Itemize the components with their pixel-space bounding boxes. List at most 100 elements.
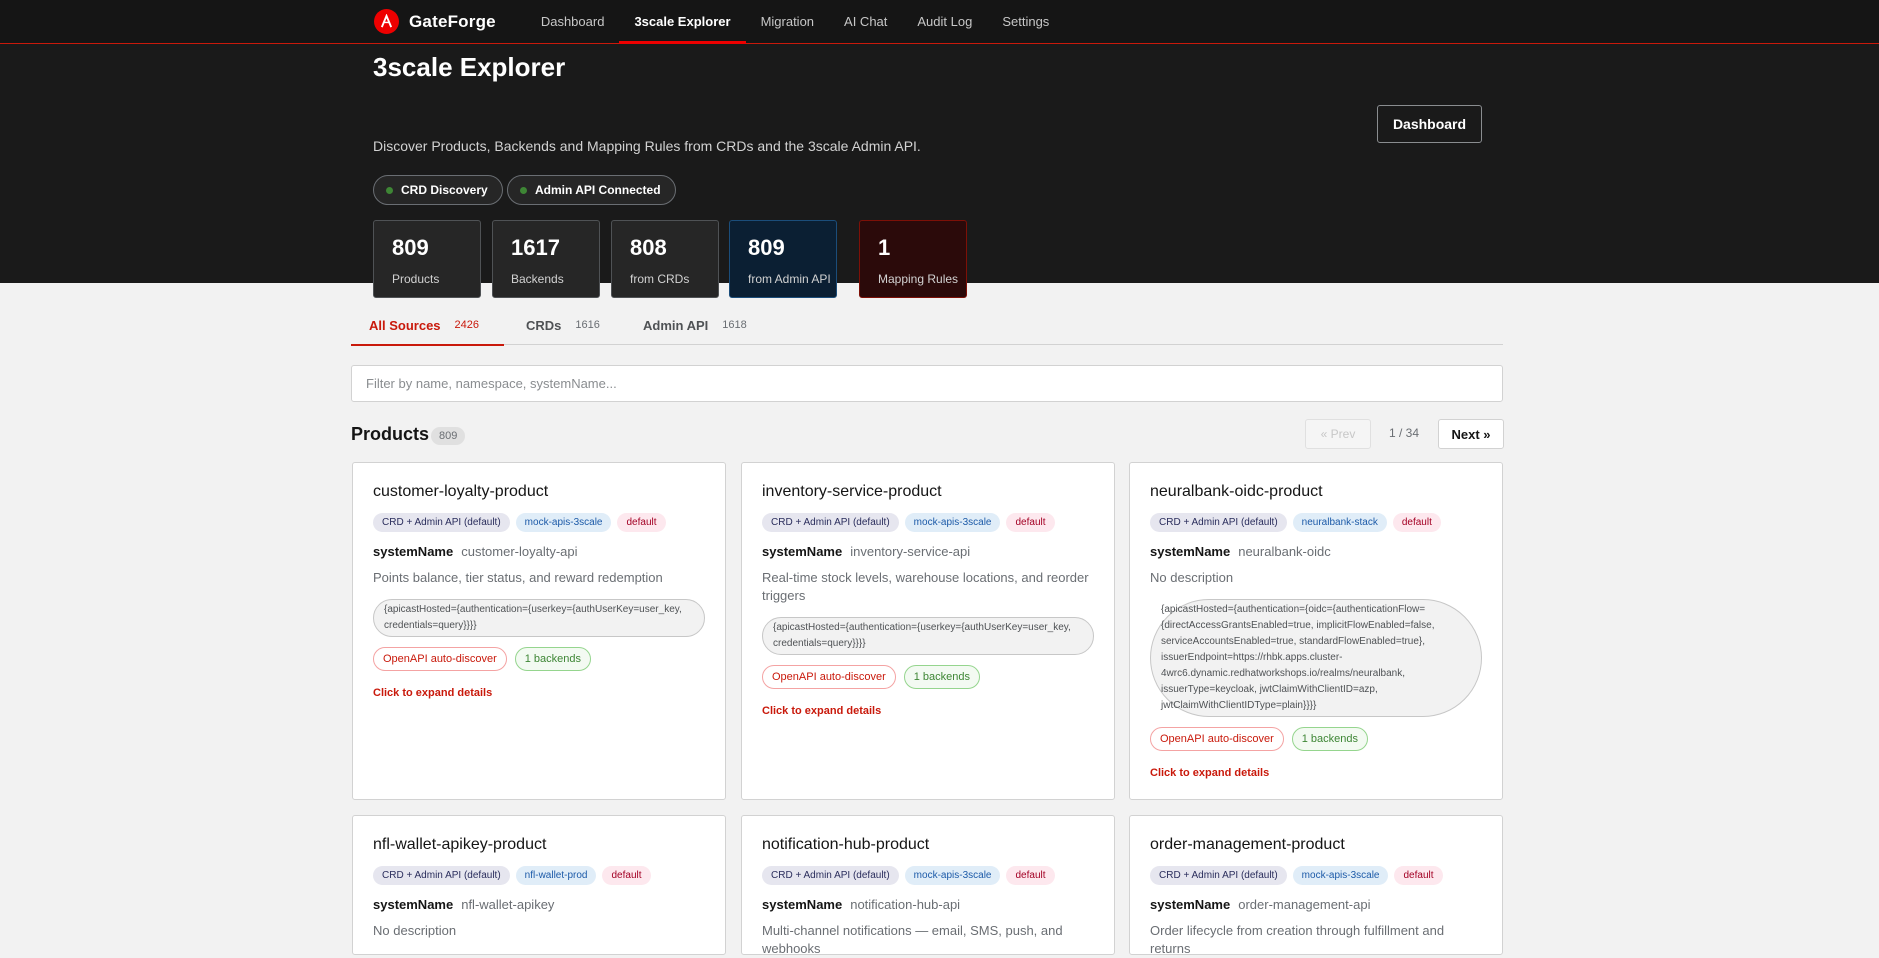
next-page-button[interactable]: Next » [1438,419,1504,449]
system-name-value: order-management-api [1238,897,1371,912]
expand-details-link[interactable]: Click to expand details [373,687,705,699]
backends-chip: 1 backends [1291,727,1368,751]
source-badge: CRD + Admin API (default) [373,513,510,532]
stat-value: 1617 [511,235,560,260]
product-description: Multi-channel notifications — email, SMS… [762,923,1063,956]
tab-label: All Sources [369,317,441,333]
product-card[interactable]: order-management-product CRD + Admin API… [1129,815,1503,956]
page-indicator: 1 / 34 [1389,426,1420,440]
page-subtitle: Discover Products, Backends and Mapping … [373,138,921,154]
nav-dashboard[interactable]: Dashboard [526,0,620,43]
source-badge: CRD + Admin API (default) [373,866,510,885]
stat-products: 809 Products [373,220,481,298]
system-name-label: systemName [1150,544,1231,559]
stat-mapping-rules: 1 Mapping Rules [859,220,967,298]
product-card[interactable]: inventory-service-product CRD + Admin AP… [741,462,1115,800]
tab-all-sources[interactable]: All Sources 2426 [351,305,504,346]
auth-config: {apicastHosted={authentication={userkey=… [762,617,1094,655]
backends-chip: 1 backends [903,665,980,689]
system-name-label: systemName [373,544,454,559]
tab-count: 2426 [454,319,480,331]
source-badge: CRD + Admin API (default) [1150,513,1287,532]
hero-section: 3scale Explorer Discover Products, Backe… [0,44,1879,298]
system-name-value: nfl-wallet-apikey [461,897,555,912]
gateforge-logo-icon [374,9,399,34]
tab-label: CRDs [526,317,562,333]
source-badge: CRD + Admin API (default) [762,513,899,532]
source-badge: CRD + Admin API (default) [1150,866,1287,885]
brand-logo[interactable]: GateForge [374,9,496,34]
product-name: notification-hub-product [762,836,930,853]
openapi-chip: OpenAPI auto-discover [1150,727,1284,751]
status-dot-icon [386,186,393,194]
source-tabs: All Sources 2426 CRDs 1616 Admin API 161… [351,305,1503,346]
stat-backends: 1617 Backends [492,220,600,298]
product-name: order-management-product [1150,836,1345,853]
auth-config: {apicastHosted={authentication={userkey=… [373,599,705,637]
product-description: No description [1150,570,1234,585]
project-badge: default [1394,866,1443,885]
dashboard-button[interactable]: Dashboard [1377,105,1482,143]
namespace-badge: neuralbank-stack [1292,513,1387,532]
system-name-label: systemName [1150,897,1231,912]
auth-config: {apicastHosted={authentication={oidc={au… [1150,599,1482,717]
stat-from-admin-api: 809 from Admin API [729,220,837,298]
status-dot-icon [520,186,527,194]
tab-label: Admin API [643,317,709,333]
namespace-badge: mock-apis-3scale [904,866,1001,885]
nav-migration[interactable]: Migration [746,0,829,43]
product-name: customer-loyalty-product [373,483,549,500]
expand-details-link[interactable]: Click to expand details [1150,767,1482,779]
product-name: nfl-wallet-apikey-product [373,836,547,853]
system-name-label: systemName [762,544,843,559]
stat-from-crds: 808 from CRDs [611,220,719,298]
stat-value: 809 [748,235,785,260]
prev-page-button[interactable]: « Prev [1305,419,1371,449]
namespace-badge: mock-apis-3scale [904,513,1001,532]
product-description: No description [373,923,457,938]
project-badge: default [1392,513,1441,532]
backends-chip: 1 backends [514,647,591,671]
source-badge: CRD + Admin API (default) [762,866,899,885]
stat-label: from CRDs [630,272,690,286]
filter-input[interactable] [351,365,1503,402]
admin-api-status: Admin API Connected [507,175,676,205]
stat-value: 808 [630,235,667,260]
product-card[interactable]: nfl-wallet-apikey-product CRD + Admin AP… [352,815,726,955]
system-name-label: systemName [373,897,454,912]
brand-name: GateForge [409,11,496,31]
nav-settings[interactable]: Settings [987,0,1064,43]
stat-label: from Admin API [748,272,831,286]
product-card[interactable]: customer-loyalty-product CRD + Admin API… [352,462,726,800]
system-name-label: systemName [762,897,843,912]
products-count-badge: 809 [431,427,466,445]
product-name: inventory-service-product [762,483,942,500]
status-label: CRD Discovery [401,183,488,197]
products-section-title: Products [351,424,430,444]
tab-admin-api[interactable]: Admin API 1618 [643,305,747,345]
system-name-value: notification-hub-api [850,897,961,912]
project-badge: default [1006,866,1055,885]
namespace-badge: mock-apis-3scale [1292,866,1389,885]
nav-ai-chat[interactable]: AI Chat [829,0,902,43]
nav-audit-log[interactable]: Audit Log [902,0,987,43]
top-navbar: GateForge Dashboard 3scale Explorer Migr… [0,0,1879,44]
nav-3scale-explorer[interactable]: 3scale Explorer [619,0,746,44]
product-description: Order lifecycle from creation through fu… [1150,923,1445,956]
openapi-chip: OpenAPI auto-discover [373,647,507,671]
status-label: Admin API Connected [535,183,661,197]
namespace-badge: nfl-wallet-prod [515,866,597,885]
stat-label: Products [392,272,440,286]
tab-crds[interactable]: CRDs 1616 [526,305,600,345]
project-badge: default [1006,513,1055,532]
tab-count: 1618 [722,319,747,331]
product-card[interactable]: notification-hub-product CRD + Admin API… [741,815,1115,956]
product-description: Points balance, tier status, and reward … [373,570,663,585]
product-description: Real-time stock levels, warehouse locati… [762,570,1089,603]
product-card[interactable]: neuralbank-oidc-product CRD + Admin API … [1129,462,1503,800]
expand-details-link[interactable]: Click to expand details [762,705,1094,717]
project-badge: default [602,866,651,885]
system-name-value: neuralbank-oidc [1238,544,1331,559]
stat-value: 1 [878,235,891,260]
stat-value: 809 [392,235,429,260]
